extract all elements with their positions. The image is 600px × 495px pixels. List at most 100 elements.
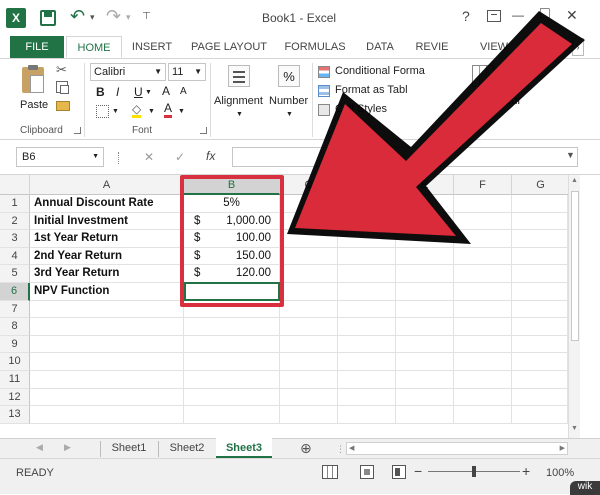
cell-styles-button[interactable]: Cell Styles xyxy=(318,101,438,119)
page-layout-view-icon[interactable] xyxy=(360,465,374,479)
row-header-4[interactable]: 4 xyxy=(0,247,30,266)
empty-cell[interactable] xyxy=(454,406,512,424)
alignment-button[interactable]: Alignment ▼ xyxy=(214,63,266,125)
empty-cell[interactable] xyxy=(396,371,454,389)
scroll-thumb[interactable] xyxy=(571,191,579,341)
tab-review[interactable]: REVIE xyxy=(410,36,454,58)
expand-formula-icon[interactable]: ▼ xyxy=(566,150,575,160)
empty-cell[interactable] xyxy=(396,212,454,231)
row-header-6[interactable]: 6 xyxy=(0,283,30,301)
empty-cell[interactable] xyxy=(454,283,512,301)
prev-sheet-icon[interactable]: ◀ xyxy=(36,442,43,453)
empty-cell[interactable] xyxy=(454,230,512,248)
empty-cell[interactable] xyxy=(454,247,512,266)
empty-cell[interactable] xyxy=(396,283,454,301)
formula-input[interactable] xyxy=(232,147,578,167)
empty-cell[interactable] xyxy=(512,247,568,266)
insert-function-icon[interactable]: fx xyxy=(206,149,215,163)
zoom-out-button[interactable]: − xyxy=(414,463,422,479)
empty-cell[interactable] xyxy=(280,247,338,266)
row-header-2[interactable]: 2 xyxy=(0,212,30,231)
empty-cell[interactable] xyxy=(280,283,338,301)
empty-cell[interactable] xyxy=(338,353,396,371)
empty-cell[interactable] xyxy=(184,318,280,336)
empty-cell[interactable] xyxy=(30,353,184,371)
empty-cell[interactable] xyxy=(280,265,338,283)
empty-cell[interactable] xyxy=(184,353,280,371)
empty-cell[interactable] xyxy=(280,212,338,231)
empty-cell[interactable] xyxy=(396,353,454,371)
row-header-11[interactable]: 11 xyxy=(0,371,30,389)
empty-cell[interactable] xyxy=(454,195,512,213)
normal-view-icon[interactable] xyxy=(322,465,338,479)
tab-insert[interactable]: INSERT xyxy=(124,36,180,58)
empty-cell[interactable] xyxy=(280,230,338,248)
borders-icon[interactable] xyxy=(96,105,109,118)
format-as-table-button[interactable]: Format as Tabl xyxy=(318,82,438,100)
scroll-right-icon[interactable]: ▶ xyxy=(560,444,565,452)
tab-home[interactable]: HOME xyxy=(66,36,122,58)
empty-cell[interactable] xyxy=(454,335,512,354)
cell-a4[interactable]: 2nd Year Return xyxy=(30,247,184,266)
empty-cell[interactable] xyxy=(512,283,568,301)
zoom-in-button[interactable]: + xyxy=(522,463,530,479)
name-box[interactable]: B6 ▼ xyxy=(16,147,104,167)
excel-logo-icon[interactable]: X xyxy=(6,8,26,28)
enter-icon[interactable]: ✓ xyxy=(175,150,185,164)
empty-cell[interactable] xyxy=(280,195,338,213)
row-header-9[interactable]: 9 xyxy=(0,335,30,354)
empty-cell[interactable] xyxy=(396,265,454,283)
empty-cell[interactable] xyxy=(396,318,454,336)
tab-file[interactable]: FILE xyxy=(10,36,64,58)
row-header-8[interactable]: 8 xyxy=(0,318,30,336)
conditional-formatting-button[interactable]: Conditional Forma xyxy=(318,63,438,81)
underline-button[interactable]: U xyxy=(134,85,143,99)
empty-cell[interactable] xyxy=(512,265,568,283)
empty-cell[interactable] xyxy=(512,230,568,248)
font-color-icon[interactable]: A xyxy=(164,102,173,118)
scroll-down-icon[interactable]: ▼ xyxy=(571,425,578,432)
maximize-icon[interactable]: □ xyxy=(540,5,550,23)
empty-cell[interactable] xyxy=(338,388,396,407)
tab-split-grip[interactable]: ⋮ xyxy=(336,444,345,455)
row-header-5[interactable]: 5 xyxy=(0,265,30,283)
tab-formulas[interactable]: FORMULAS xyxy=(280,36,350,58)
cell-a2[interactable]: Initial Investment xyxy=(30,212,184,231)
column-header-g[interactable]: G xyxy=(512,175,570,195)
column-header-a[interactable]: A xyxy=(30,175,184,195)
tab-view[interactable]: VIEW xyxy=(472,36,516,58)
empty-cell[interactable] xyxy=(338,300,396,319)
empty-cell[interactable] xyxy=(396,406,454,424)
empty-cell[interactable] xyxy=(184,406,280,424)
empty-cell[interactable] xyxy=(454,265,512,283)
horizontal-scrollbar[interactable]: ◀ ▶ xyxy=(346,442,568,455)
column-header-f[interactable]: F xyxy=(454,175,512,195)
tab-sheet3[interactable]: Sheet3 xyxy=(216,438,272,458)
save-icon[interactable] xyxy=(40,10,56,26)
empty-cell[interactable] xyxy=(338,335,396,354)
number-button[interactable]: % Number ▼ xyxy=(268,63,312,125)
scroll-left-icon[interactable]: ◀ xyxy=(349,444,354,452)
font-launcher-icon[interactable] xyxy=(200,127,207,134)
borders-dropdown-icon[interactable]: ▼ xyxy=(112,108,119,115)
row-header-13[interactable]: 13 xyxy=(0,406,30,424)
zoom-level[interactable]: 100% xyxy=(546,467,574,479)
empty-cell[interactable] xyxy=(280,371,338,389)
empty-cell[interactable] xyxy=(512,195,568,213)
empty-cell[interactable] xyxy=(454,300,512,319)
increase-font-button[interactable]: A xyxy=(162,84,170,98)
tab-data[interactable]: DATA xyxy=(358,36,402,58)
next-sheet-icon[interactable]: ▶ xyxy=(64,442,71,453)
empty-cell[interactable] xyxy=(338,318,396,336)
empty-cell[interactable] xyxy=(280,388,338,407)
copy-icon[interactable] xyxy=(56,81,69,94)
tab-sheet1[interactable]: Sheet1 xyxy=(102,439,156,458)
column-header-e[interactable]: E xyxy=(396,175,454,195)
scroll-up-icon[interactable]: ▲ xyxy=(571,177,578,184)
column-header-c[interactable]: C xyxy=(280,175,338,195)
underline-dropdown-icon[interactable]: ▼ xyxy=(145,89,152,96)
empty-cell[interactable] xyxy=(454,388,512,407)
paste-button[interactable]: Paste xyxy=(16,65,52,115)
cells-button[interactable]: Cells ▼ xyxy=(466,63,500,125)
redo-dropdown-icon[interactable]: ▾ xyxy=(126,12,131,23)
